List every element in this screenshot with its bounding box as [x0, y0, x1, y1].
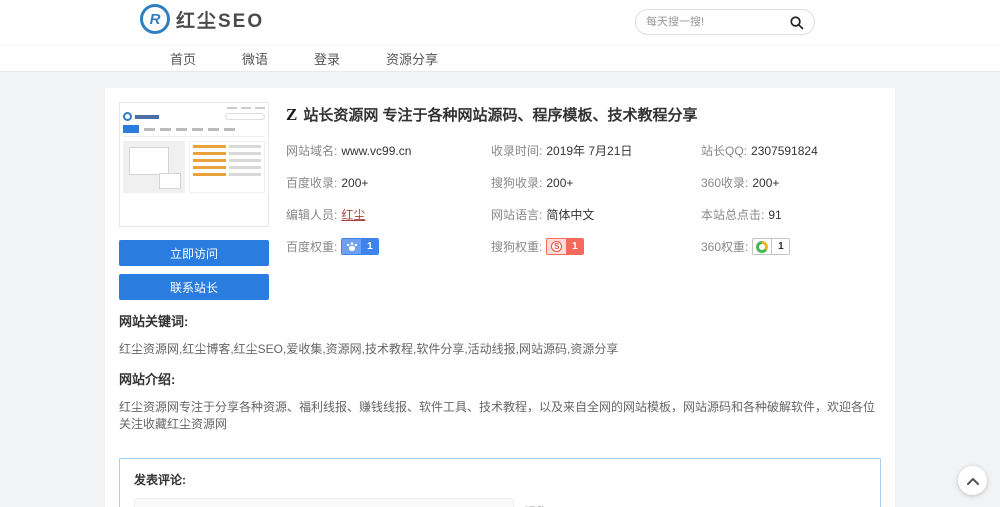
- field-360-weight: 360权重: 1: [701, 238, 881, 255]
- field-baidu-weight: 百度权重: 1: [286, 238, 491, 255]
- mini-toplinks: [123, 107, 265, 109]
- nickname-label: 昵称: [524, 503, 548, 507]
- nav-item-microblog[interactable]: 微语: [242, 49, 268, 68]
- mini-search-bar: [225, 113, 265, 120]
- page-title-text: 站长资源网 专注于各种网站源码、程序模板、技术教程分享: [303, 104, 697, 125]
- site-screenshot-thumbnail[interactable]: [119, 102, 269, 227]
- keywords-heading: 网站关键词:: [119, 311, 881, 330]
- field-sogou-index: 搜狗收录: 200+: [491, 174, 701, 191]
- nickname-row: 昵称: [134, 498, 866, 507]
- baidu-paw-icon: [342, 239, 361, 254]
- nav-item-home[interactable]: 首页: [170, 49, 196, 68]
- intro-text: 红尘资源网专注于分享各种资源、福利线报、赚钱线报、软件工具、技术教程，以及来自全…: [119, 399, 881, 433]
- search-input[interactable]: [646, 16, 789, 28]
- intro-heading: 网站介绍:: [119, 369, 881, 388]
- mini-content: [123, 141, 265, 193]
- comment-form: 发表评论: 昵称 邮件地址 (选填) 个人主页 (选填): [119, 458, 881, 507]
- mini-devices-image: [123, 141, 185, 193]
- site-info-section: 立即访问 联系站长 Z 站长资源网 专注于各种网站源码、程序模板、技术教程分享 …: [119, 102, 881, 300]
- field-language: 网站语言: 简体中文: [491, 206, 701, 223]
- search-icon[interactable]: [789, 15, 804, 30]
- contact-webmaster-button[interactable]: 联系站长: [119, 274, 269, 300]
- 360-weight-badge[interactable]: 1: [752, 238, 790, 255]
- sogou-s-icon: S: [547, 239, 566, 254]
- logo-ring-icon: R: [140, 4, 170, 34]
- field-360-index: 360收录: 200+: [701, 174, 881, 191]
- back-to-top-button[interactable]: [958, 466, 987, 495]
- field-editor: 编辑人员: 红尘: [286, 206, 491, 223]
- site-header: R 红尘SEO: [0, 0, 1000, 44]
- right-column: Z 站长资源网 专注于各种网站源码、程序模板、技术教程分享 网站域名: www.…: [286, 102, 881, 300]
- left-column: 立即访问 联系站长: [119, 102, 269, 300]
- main-nav: 首页 微语 登录 资源分享: [0, 44, 1000, 72]
- field-included-date: 收录时间: 2019年 7月21日: [491, 142, 701, 159]
- nav-item-resource-share[interactable]: 资源分享: [386, 49, 438, 68]
- field-total-clicks: 本站总点击: 91: [701, 206, 881, 223]
- field-baidu-index: 百度收录: 200+: [286, 174, 491, 191]
- site-info-grid: 网站域名: www.vc99.cn 收录时间: 2019年 7月21日 站长QQ…: [286, 142, 881, 255]
- visit-site-button[interactable]: 立即访问: [119, 240, 269, 266]
- mini-header: [123, 112, 265, 121]
- page-title: Z 站长资源网 专注于各种网站源码、程序模板、技术教程分享: [286, 104, 881, 125]
- field-sogou-weight: 搜狗权重: S 1: [491, 238, 701, 255]
- baidu-weight-badge[interactable]: 1: [341, 238, 379, 255]
- site-detail-card: 立即访问 联系站长 Z 站长资源网 专注于各种网站源码、程序模板、技术教程分享 …: [105, 88, 895, 507]
- logo-text: 红尘SEO: [176, 6, 264, 33]
- mini-logo-icon: [123, 112, 132, 121]
- 360-ring-icon: [753, 239, 772, 254]
- nav-item-login[interactable]: 登录: [314, 49, 340, 68]
- mini-link-list: [189, 141, 265, 193]
- editor-link[interactable]: 红尘: [341, 206, 365, 223]
- mini-nav: [123, 125, 265, 137]
- comment-form-heading: 发表评论:: [134, 471, 866, 488]
- mini-logo-text: [135, 115, 159, 119]
- nickname-input[interactable]: [134, 498, 514, 507]
- field-webmaster-qq: 站长QQ: 2307591824: [701, 142, 881, 159]
- sogou-weight-badge[interactable]: S 1: [546, 238, 584, 255]
- header-search-box: [635, 9, 815, 35]
- keywords-text: 红尘资源网,红尘博客,红尘SEO,爱收集,资源网,技术教程,软件分享,活动线报,…: [119, 341, 881, 358]
- site-logo[interactable]: R 红尘SEO: [140, 4, 264, 34]
- site-favicon-icon: Z: [286, 105, 297, 125]
- chevron-up-icon: [967, 477, 979, 485]
- field-domain: 网站域名: www.vc99.cn: [286, 142, 491, 159]
